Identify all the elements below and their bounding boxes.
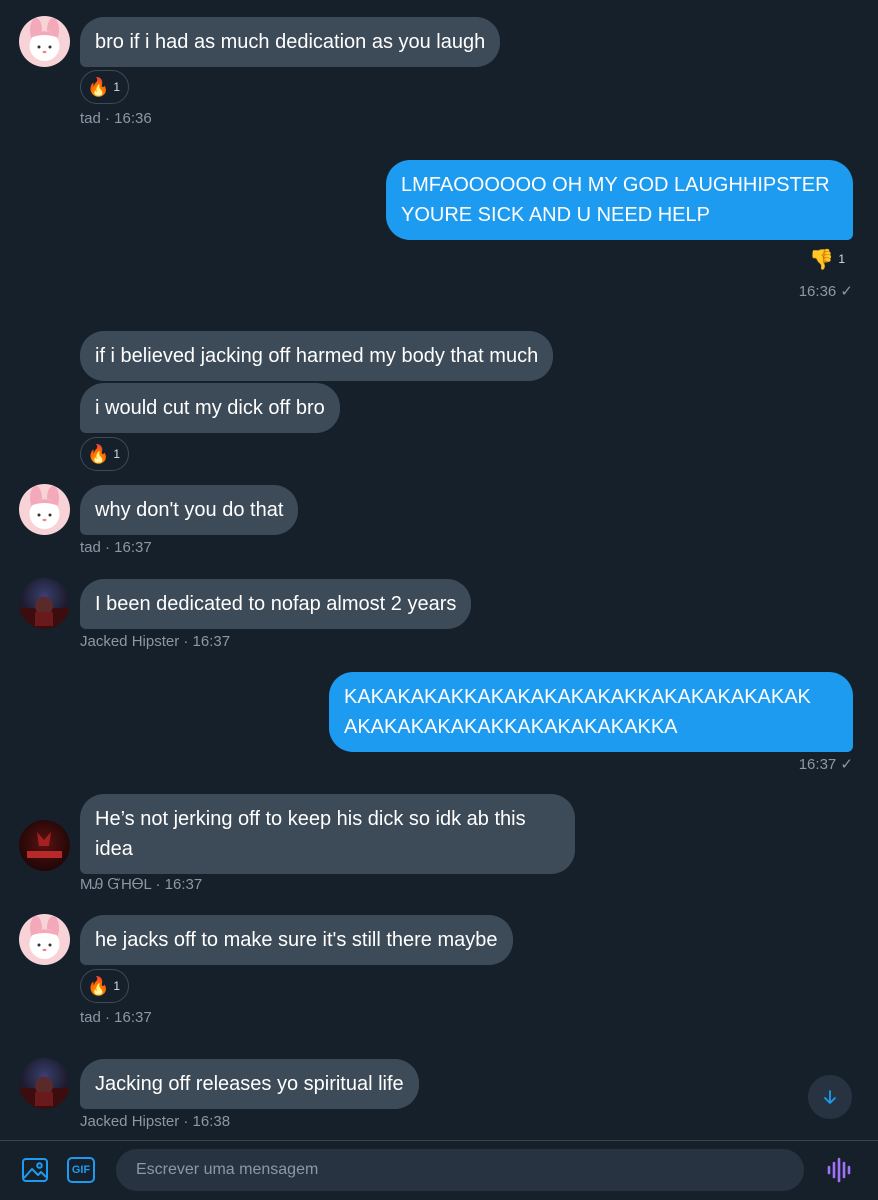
message-meta: tad · 16:37 bbox=[80, 1009, 152, 1026]
avatar[interactable] bbox=[19, 1058, 70, 1109]
message-bubble[interactable]: I been dedicated to nofap almost 2 years bbox=[80, 579, 472, 629]
gif-button[interactable]: GIF bbox=[67, 1157, 95, 1183]
gif-icon: GIF bbox=[71, 1164, 91, 1176]
message-meta: tad · 16:36 bbox=[80, 110, 152, 127]
reaction-count: 1 bbox=[838, 252, 845, 266]
message-meta: 16:36 ✓ bbox=[798, 283, 853, 300]
reaction-badge: 👎 1 bbox=[803, 242, 853, 276]
fire-icon: 🔥 bbox=[87, 975, 110, 996]
message-input[interactable]: Escrever uma mensagem bbox=[116, 1149, 804, 1191]
message-meta: tad · 16:37 bbox=[80, 539, 152, 556]
image-icon bbox=[22, 1158, 48, 1182]
composer-divider bbox=[0, 1140, 878, 1141]
avatar[interactable] bbox=[19, 914, 70, 965]
message-bubble[interactable]: if i believed jacking off harmed my body… bbox=[80, 331, 554, 381]
reaction-badge[interactable]: 🔥 1 bbox=[80, 437, 130, 471]
scroll-to-bottom-button[interactable] bbox=[808, 1075, 852, 1119]
voice-message-button[interactable] bbox=[824, 1155, 854, 1185]
message-bubble[interactable]: he jacks off to make sure it's still the… bbox=[80, 915, 513, 965]
voice-waveform-icon bbox=[827, 1157, 851, 1183]
thumbs-down-icon: 👎 bbox=[809, 248, 835, 271]
fire-icon: 🔥 bbox=[87, 443, 110, 464]
message-input-placeholder: Escrever uma mensagem bbox=[136, 1161, 319, 1178]
message-bubble[interactable]: He’s not jerking off to keep his dick so… bbox=[80, 794, 575, 874]
reaction-count: 1 bbox=[113, 979, 121, 993]
fire-icon: 🔥 bbox=[87, 76, 110, 97]
message-meta: Jacked Hipster · 16:38 bbox=[80, 1113, 231, 1130]
message-bubble[interactable]: Jacking off releases yo spiritual life bbox=[80, 1059, 419, 1109]
avatar[interactable] bbox=[19, 820, 70, 871]
avatar[interactable] bbox=[19, 484, 70, 535]
message-meta: MᎯ ᏳHᎾL · 16:37 bbox=[80, 876, 203, 893]
reaction-badge[interactable]: 🔥 1 bbox=[80, 969, 130, 1003]
reaction-count: 1 bbox=[113, 447, 121, 461]
message-bubble[interactable]: why don't you do that bbox=[80, 485, 299, 535]
arrow-down-icon bbox=[824, 1090, 836, 1104]
avatar[interactable] bbox=[19, 16, 70, 67]
reaction-badge[interactable]: 🔥 1 bbox=[80, 70, 130, 104]
message-bubble[interactable]: bro if i had as much dedication as you l… bbox=[80, 17, 501, 67]
message-meta: Jacked Hipster · 16:37 bbox=[80, 633, 231, 650]
image-button[interactable] bbox=[20, 1155, 50, 1185]
message-bubble[interactable]: LMFAOOOOOO OH MY GOD LAUGHHIPSTER YOURE … bbox=[386, 160, 853, 240]
avatar[interactable] bbox=[19, 578, 70, 629]
message-bubble[interactable]: i would cut my dick off bro bbox=[80, 383, 340, 433]
message-meta: 16:37 ✓ bbox=[798, 756, 853, 773]
message-bubble[interactable]: KAKAKAKAKKAKAKAKAKAKAKKAKAKAKAKAKAK AKAK… bbox=[329, 672, 853, 752]
reaction-count: 1 bbox=[113, 80, 121, 94]
